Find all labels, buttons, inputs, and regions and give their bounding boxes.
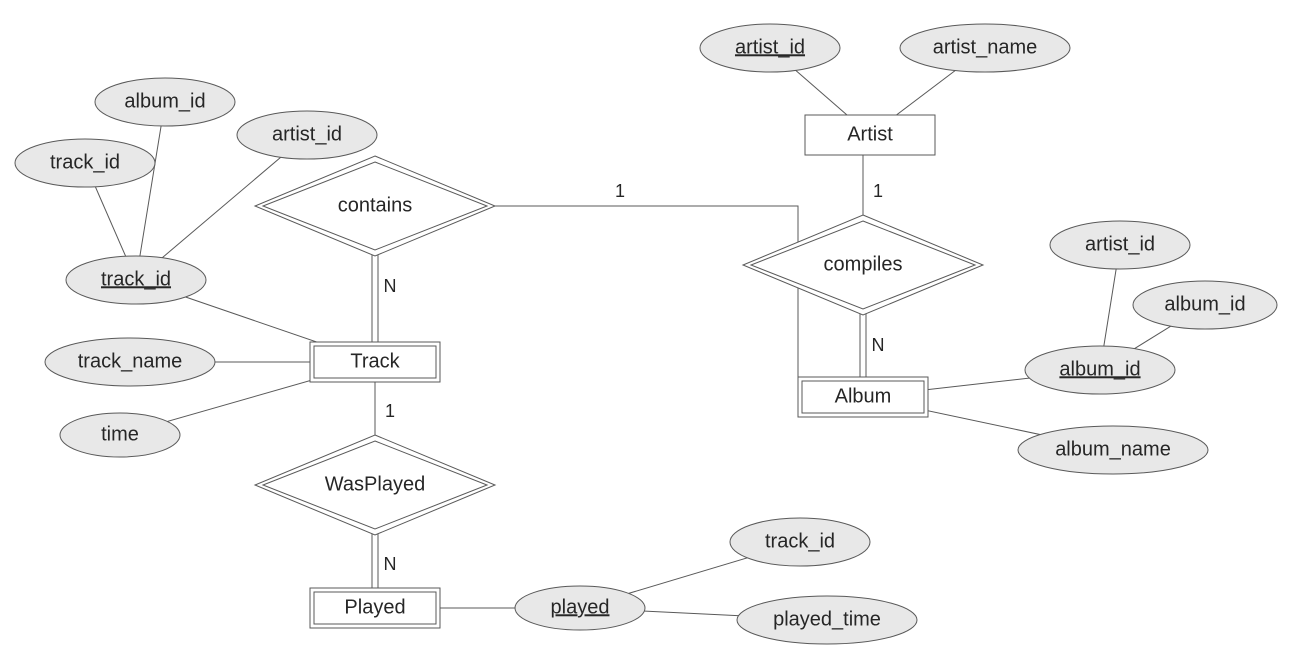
attribute-played_key: played	[515, 586, 645, 630]
cardinality-label: 1	[615, 181, 625, 201]
attribute-label: artist_id	[1085, 233, 1155, 255]
attribute-artist_name: artist_name	[900, 24, 1070, 72]
attribute-label: album_id	[1059, 358, 1140, 380]
entity-label: Album	[835, 385, 892, 407]
relationship-label: WasPlayed	[325, 473, 425, 495]
entity-track: Track	[310, 342, 440, 382]
attribute-label: played_time	[773, 608, 881, 630]
attribute-artist_id_pk: artist_id	[700, 24, 840, 72]
entity-album: Album	[798, 377, 928, 417]
entity-label: Artist	[847, 123, 893, 145]
relationship-label: compiles	[824, 253, 903, 275]
entity-artist: Artist	[805, 115, 935, 155]
entity-label: Played	[344, 596, 405, 618]
attribute-label: track_id	[50, 151, 120, 173]
relationship-wasplayed: WasPlayed	[255, 435, 495, 535]
relationship-label: contains	[338, 194, 413, 216]
cardinality-label: N	[872, 335, 885, 355]
attribute-label: track_name	[78, 350, 183, 372]
attribute-label: artist_id	[735, 36, 805, 58]
attribute-label: track_id	[101, 268, 171, 290]
er-diagram: contains WasPlayed compiles Track Played Albu…	[0, 0, 1295, 655]
attribute-album_artistid: artist_id	[1050, 221, 1190, 269]
attribute-label: artist_id	[272, 123, 342, 145]
attribute-album_albumid2: album_id	[1133, 281, 1277, 329]
entity-label: Track	[350, 350, 400, 372]
attribute-track_id_top: track_id	[15, 139, 155, 187]
cardinality-label: 1	[873, 181, 883, 201]
attribute-label: artist_name	[933, 36, 1038, 58]
attribute-label: track_id	[765, 530, 835, 552]
attribute-label: album_name	[1055, 438, 1171, 460]
attribute-label: album_id	[1164, 293, 1245, 315]
attribute-album_name: album_name	[1018, 426, 1208, 474]
attribute-played_time: played_time	[737, 596, 917, 644]
attribute-track_id_pk: track_id	[66, 256, 206, 304]
cardinality-label: 1	[385, 401, 395, 421]
attribute-label: played	[551, 596, 610, 618]
cardinality-label: N	[384, 276, 397, 296]
attribute-time: time	[60, 413, 180, 457]
attribute-album_id_pk: album_id	[1025, 346, 1175, 394]
attribute-track_name: track_name	[45, 338, 215, 386]
attribute-album_id_top: album_id	[95, 78, 235, 126]
cardinality-label: N	[384, 554, 397, 574]
attribute-artist_id_top: artist_id	[237, 111, 377, 159]
entity-played: Played	[310, 588, 440, 628]
relationship-contains: contains	[255, 156, 495, 256]
attribute-label: album_id	[124, 90, 205, 112]
attribute-played_trackid: track_id	[730, 518, 870, 566]
attribute-label: time	[101, 423, 139, 445]
relationship-compiles: compiles	[743, 215, 983, 315]
